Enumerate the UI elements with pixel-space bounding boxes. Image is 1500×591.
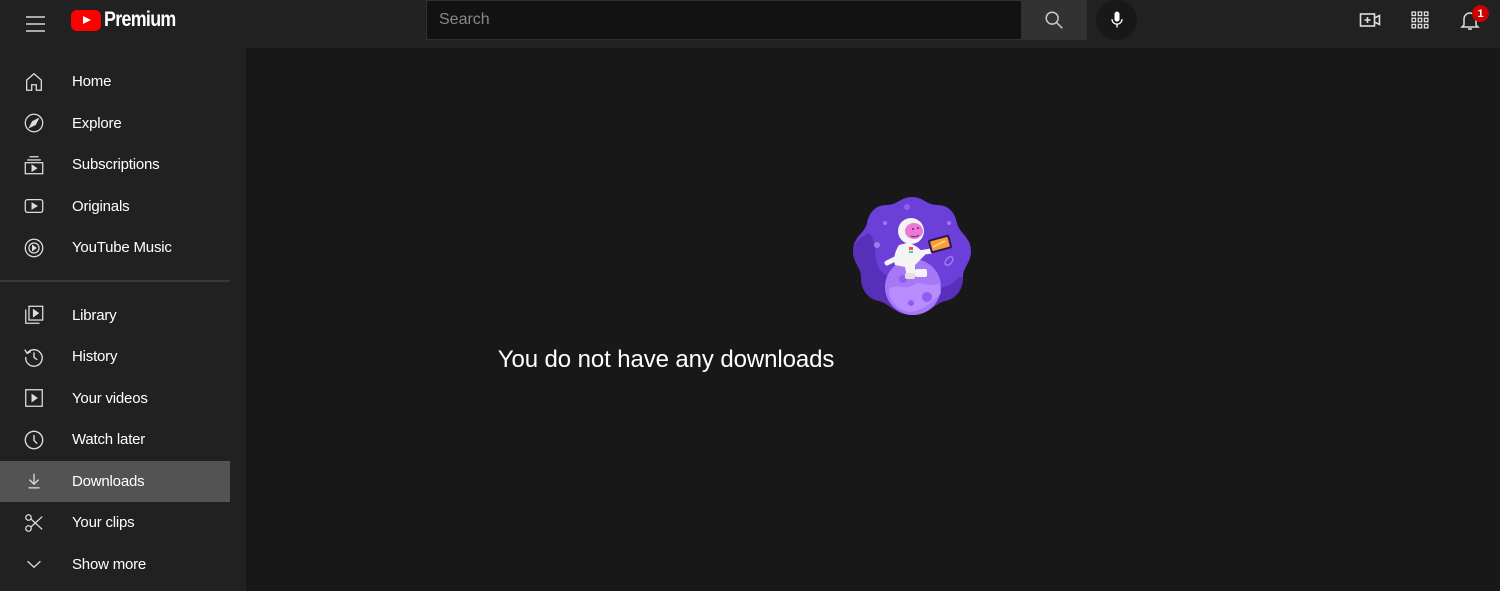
music-icon [22,236,46,260]
create-video-icon [1359,13,1381,27]
sidebar-item-label: Explore [72,114,122,132]
sidebar-item-subscriptions[interactable]: Subscriptions [0,144,230,186]
clock-icon [22,428,46,452]
voice-search-button[interactable] [1096,0,1137,40]
sidebar-item-your-clips[interactable]: Your clips [0,502,230,544]
library-icon [22,303,46,327]
sidebar-item-downloads[interactable]: Downloads [0,460,230,502]
youtube-premium-logo[interactable]: Premium [71,8,188,31]
guide-menu-button[interactable] [16,8,54,40]
sidebar-divider [0,279,230,282]
notifications-button[interactable]: 1 [1450,4,1490,36]
sidebar-item-show-more[interactable]: Show more [0,544,230,586]
youtube-logo-icon [71,9,101,31]
sidebar-item-label: YouTube Music [72,239,172,257]
sidebar-library-section: Library History Your videos Watch later … [0,295,246,586]
compass-icon [22,111,46,135]
microphone-icon [1110,11,1123,28]
originals-icon [22,194,46,218]
notification-count-badge: 1 [1472,5,1489,22]
sidebar-item-label: Library [72,306,117,324]
sidebar-item-label: Home [72,73,112,91]
top-bar: Premium 1 [0,0,1500,48]
astronaut-illustration [849,193,975,319]
apps-grid-icon [1411,11,1429,29]
sidebar-item-label: Show more [72,555,147,573]
sidebar-item-label: Your clips [72,514,135,532]
subscriptions-icon [22,153,46,177]
apps-button[interactable] [1400,4,1440,36]
main-content: You do not have any downloads [246,48,1500,591]
chevron-down-icon [22,552,46,576]
sidebar-item-watch-later[interactable]: Watch later [0,419,230,461]
search-icon [1045,11,1063,29]
sidebar-item-explore[interactable]: Explore [0,103,230,145]
search-button[interactable] [1021,0,1087,40]
sidebar-item-label: Your videos [72,389,148,407]
sidebar-item-your-videos[interactable]: Your videos [0,378,230,420]
sidebar-primary-section: Home Explore Subscriptions Originals You… [0,48,246,269]
search-input[interactable] [426,0,1021,40]
hamburger-icon [25,16,45,18]
sidebar-item-label: Watch later [72,431,146,449]
sidebar-item-library[interactable]: Library [0,295,230,337]
sidebar-item-originals[interactable]: Originals [0,186,230,228]
empty-state-message: You do not have any downloads [497,346,835,373]
sidebar-item-label: Downloads [72,472,145,490]
sidebar: Home Explore Subscriptions Originals You… [0,48,246,591]
create-button[interactable] [1350,4,1390,36]
brand-label: Premium [104,8,176,31]
download-icon [22,469,46,493]
sidebar-item-label: Originals [72,197,130,215]
home-icon [22,70,46,94]
scissors-icon [22,511,46,535]
sidebar-item-label: Subscriptions [72,156,160,174]
search-box [426,0,1087,40]
sidebar-item-youtube-music[interactable]: YouTube Music [0,227,230,269]
sidebar-item-home[interactable]: Home [0,61,230,103]
your-videos-icon [22,386,46,410]
